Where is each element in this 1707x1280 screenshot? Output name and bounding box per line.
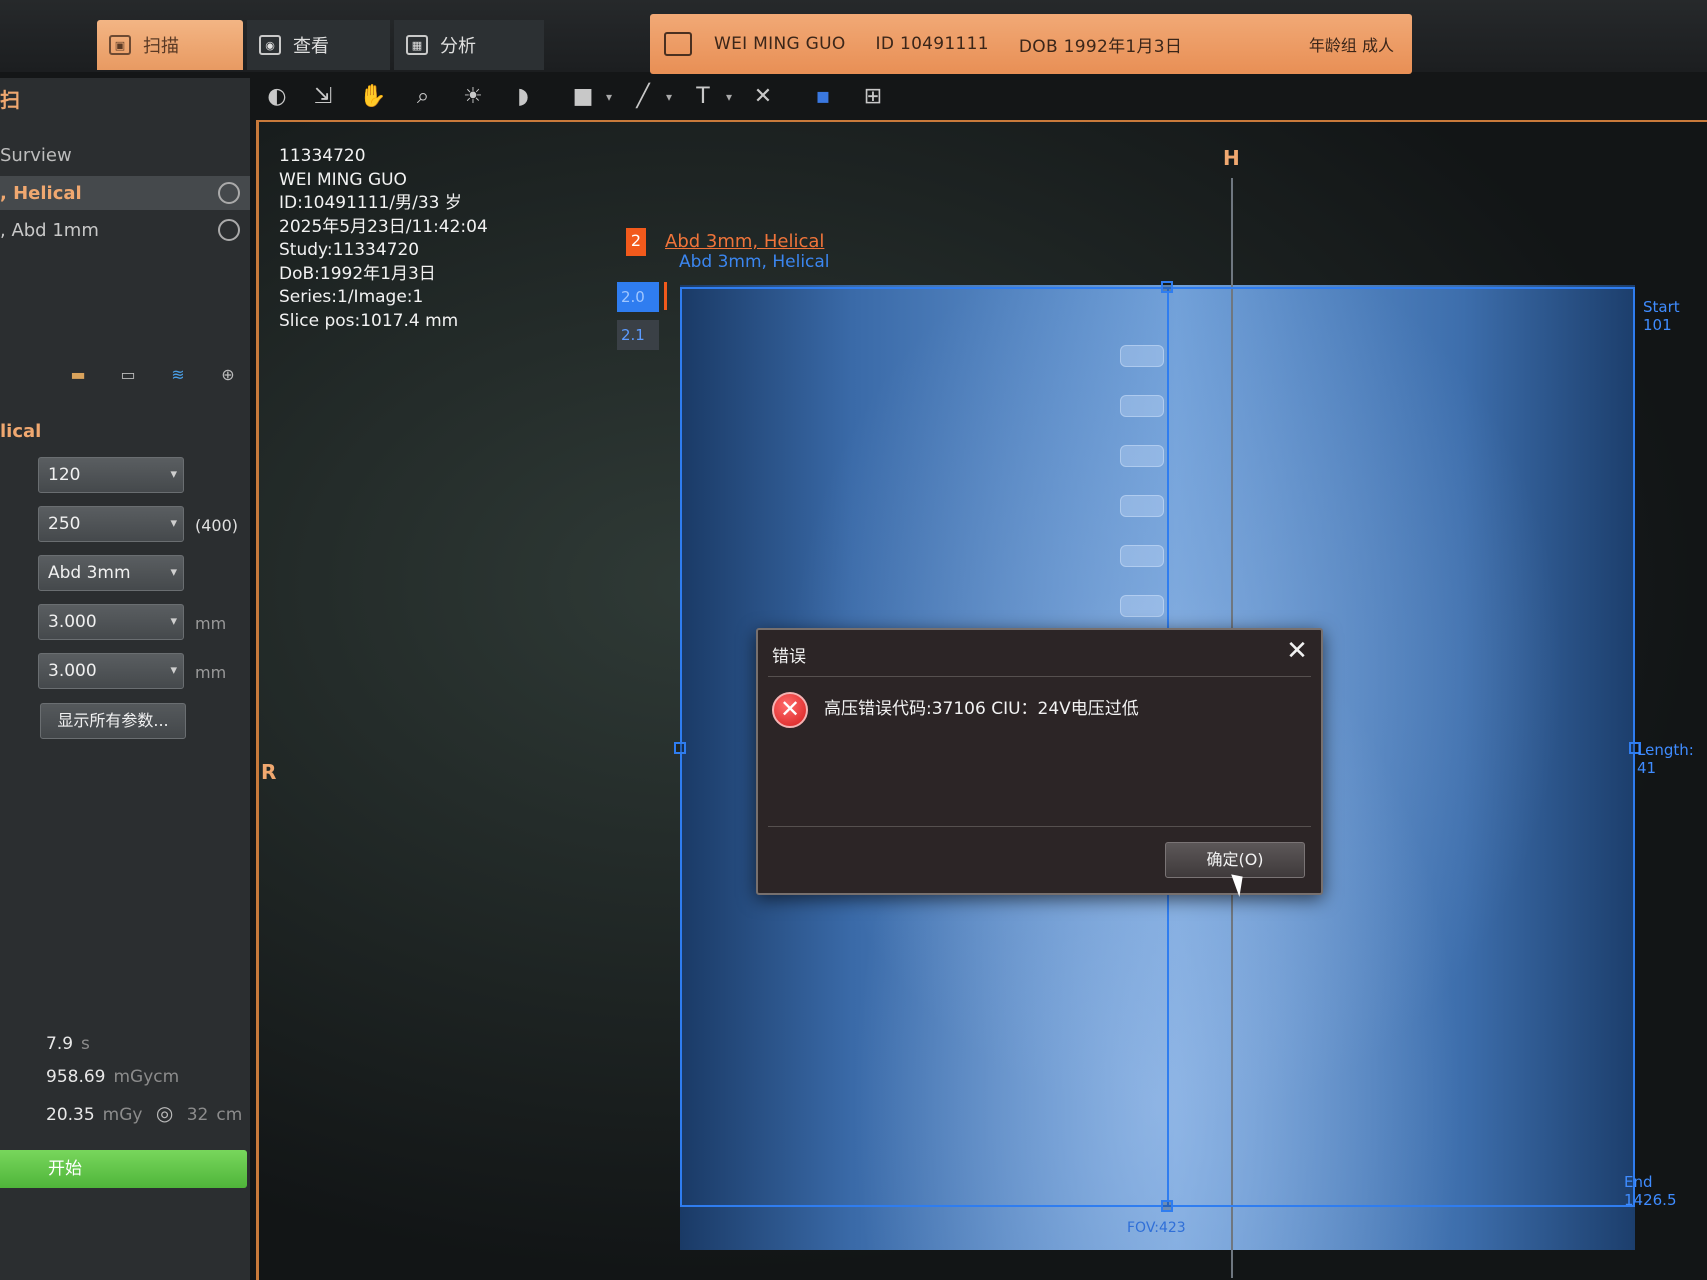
series-name-active[interactable]: Abd 3mm, Helical <box>665 231 824 252</box>
overlay-patient-id: ID:10491111/男/33 岁 <box>279 193 462 213</box>
print-add-icon[interactable]: ⊞ <box>858 82 888 112</box>
layers-icon[interactable]: ≋ <box>166 365 190 385</box>
dlp-stat: 958.69 mGycm <box>46 1067 179 1087</box>
delete-annotation-icon[interactable]: ✕ <box>748 82 778 112</box>
insert-icon[interactable]: ▬ <box>66 365 90 385</box>
show-all-params-button[interactable]: 显示所有参数... <box>40 703 186 739</box>
overlay-accession: 11334720 <box>279 146 366 166</box>
scan-direction-arrow <box>664 282 667 310</box>
protocol-label: , Abd 1mm <box>0 219 99 241</box>
patient-banner[interactable]: WEI MING GUO ID 10491111 DOB 1992年1月3日 年… <box>650 14 1412 74</box>
phantom-icon: ◎ <box>155 1101 174 1125</box>
dlp-value: 958.69 <box>46 1067 106 1087</box>
thickness-select[interactable]: 3.000 <box>38 604 184 640</box>
plan-handle-left[interactable] <box>674 742 686 754</box>
tab-analysis[interactable]: ▦ 分析 <box>394 20 544 70</box>
dicom-overlay-info: 11334720 WEI MING GUO ID:10491111/男/33 岁… <box>279 145 488 333</box>
analysis-icon: ▦ <box>406 35 428 55</box>
dialog-divider <box>768 826 1311 827</box>
series-number-badge[interactable]: 2 <box>626 228 646 256</box>
protocol-item-abd-1mm[interactable]: , Abd 1mm <box>0 213 250 247</box>
protocol-label: , Helical <box>0 182 82 204</box>
overlay-dob: DoB:1992年1月3日 <box>279 263 436 284</box>
ctdi-value: 20.35 <box>46 1105 95 1125</box>
ctdi-unit: mGy <box>102 1105 143 1125</box>
hand-icon[interactable]: ✋ <box>358 82 388 112</box>
tab-view[interactable]: ◉ 查看 <box>247 20 390 70</box>
recon-tag-2-0[interactable]: 2.0 <box>617 282 659 312</box>
scanner-icon: ▣ <box>109 35 131 55</box>
add-recon-icon[interactable]: ⊕ <box>216 365 240 385</box>
protocol-label: Surview <box>0 144 72 166</box>
dialog-divider <box>768 676 1311 677</box>
eye-icon: ◉ <box>259 35 281 55</box>
plan-handle-bottom[interactable] <box>1161 1200 1173 1212</box>
overlay-slice-pos: Slice pos:1017.4 mm <box>279 310 459 331</box>
patient-age-group: 年龄组 成人 <box>1308 36 1394 55</box>
increment-select[interactable]: 3.000 <box>38 653 184 689</box>
section-title-helical: lical <box>0 421 42 442</box>
protocol-item-surview[interactable]: Surview <box>0 138 250 172</box>
error-dialog: 错误 ✕ ✕ 高压错误代码:37106 CIU：24V电压过低 确定(O) <box>756 628 1323 895</box>
thickness-unit: mm <box>195 614 227 633</box>
recon-tag-2-1[interactable]: 2.1 <box>617 320 659 350</box>
region-icon[interactable]: ◗ <box>508 82 538 112</box>
save-icon[interactable]: ▪ <box>808 82 838 112</box>
phantom-unit: cm <box>216 1105 243 1125</box>
protocol-item-helical[interactable]: , Helical <box>0 176 250 210</box>
roi-rectangle-icon[interactable]: ■ <box>568 82 612 112</box>
dlp-unit: mGycm <box>113 1067 180 1087</box>
text-annotation-icon[interactable]: T <box>688 82 732 112</box>
brightness-icon[interactable]: ☀ <box>458 82 488 112</box>
tab-scan[interactable]: ▣ 扫描 <box>97 20 243 70</box>
tab-view-label: 查看 <box>293 36 329 57</box>
overlay-series-image: Series:1/Image:1 <box>279 287 424 307</box>
plan-handle-top[interactable] <box>1161 281 1173 293</box>
overlay-study: Study:11334720 <box>279 240 420 260</box>
overlay-datetime: 2025年5月23日/11:42:04 <box>279 216 488 237</box>
tab-scan-label: 扫描 <box>143 36 179 57</box>
scan-time-value: 7.9 <box>46 1034 74 1054</box>
clock-icon <box>218 219 240 241</box>
kv-select[interactable]: 120 <box>38 457 184 493</box>
pan-select-icon[interactable]: ⇲ <box>308 82 338 112</box>
zoom-icon[interactable]: ⌕ <box>408 82 438 112</box>
increment-unit: mm <box>195 663 227 682</box>
plan-end-label: End 1426.5 <box>1624 1173 1677 1209</box>
dialog-title: 错误 <box>772 647 806 667</box>
patient-card-icon <box>664 32 692 56</box>
phantom-value: 32 <box>186 1105 209 1125</box>
patient-id: ID 10491111 <box>875 34 989 54</box>
overlay-patient-name: WEI MING GUO <box>279 169 407 190</box>
patient-dob: DOB 1992年1月3日 <box>1018 36 1183 57</box>
protocol-select[interactable]: Abd 3mm <box>38 555 184 591</box>
series-name-secondary[interactable]: Abd 3mm, Helical <box>679 252 830 272</box>
orientation-right-label: R <box>261 760 277 784</box>
scan-time-unit: s <box>81 1034 90 1054</box>
plan-length-label: Length: 41 <box>1637 741 1694 777</box>
plan-start-label: Start 101 <box>1643 298 1680 334</box>
measure-line-icon[interactable]: ╱ <box>628 82 672 112</box>
error-message: 高压错误代码:37106 CIU：24V电压过低 <box>824 699 1139 719</box>
scan-time-stat: 7.9 s <box>46 1034 90 1054</box>
mas-select[interactable]: 250 <box>38 506 184 542</box>
start-scan-button[interactable]: 开始 <box>0 1150 247 1188</box>
tab-analysis-label: 分析 <box>440 36 476 57</box>
error-icon: ✕ <box>772 692 808 728</box>
window-level-icon[interactable]: ◐ <box>262 82 292 112</box>
mas-max-label: (400) <box>195 516 239 535</box>
orientation-head-label: H <box>1223 146 1240 170</box>
image-toolbar: ◐ ⇲ ✋ ⌕ ☀ ◗ ■ ╱ T ✕ ▪ ⊞ <box>250 78 1707 120</box>
close-icon[interactable]: ✕ <box>1283 636 1311 668</box>
patient-name: WEI MING GUO <box>714 34 846 54</box>
ctdi-stat: 20.35 mGy ◎ 32 cm <box>46 1101 242 1125</box>
fov-label: FOV:423 <box>1127 1220 1186 1236</box>
clock-icon <box>218 182 240 204</box>
add-series-icon[interactable]: ▭ <box>116 365 140 385</box>
panel-title: 扫 <box>0 88 20 112</box>
